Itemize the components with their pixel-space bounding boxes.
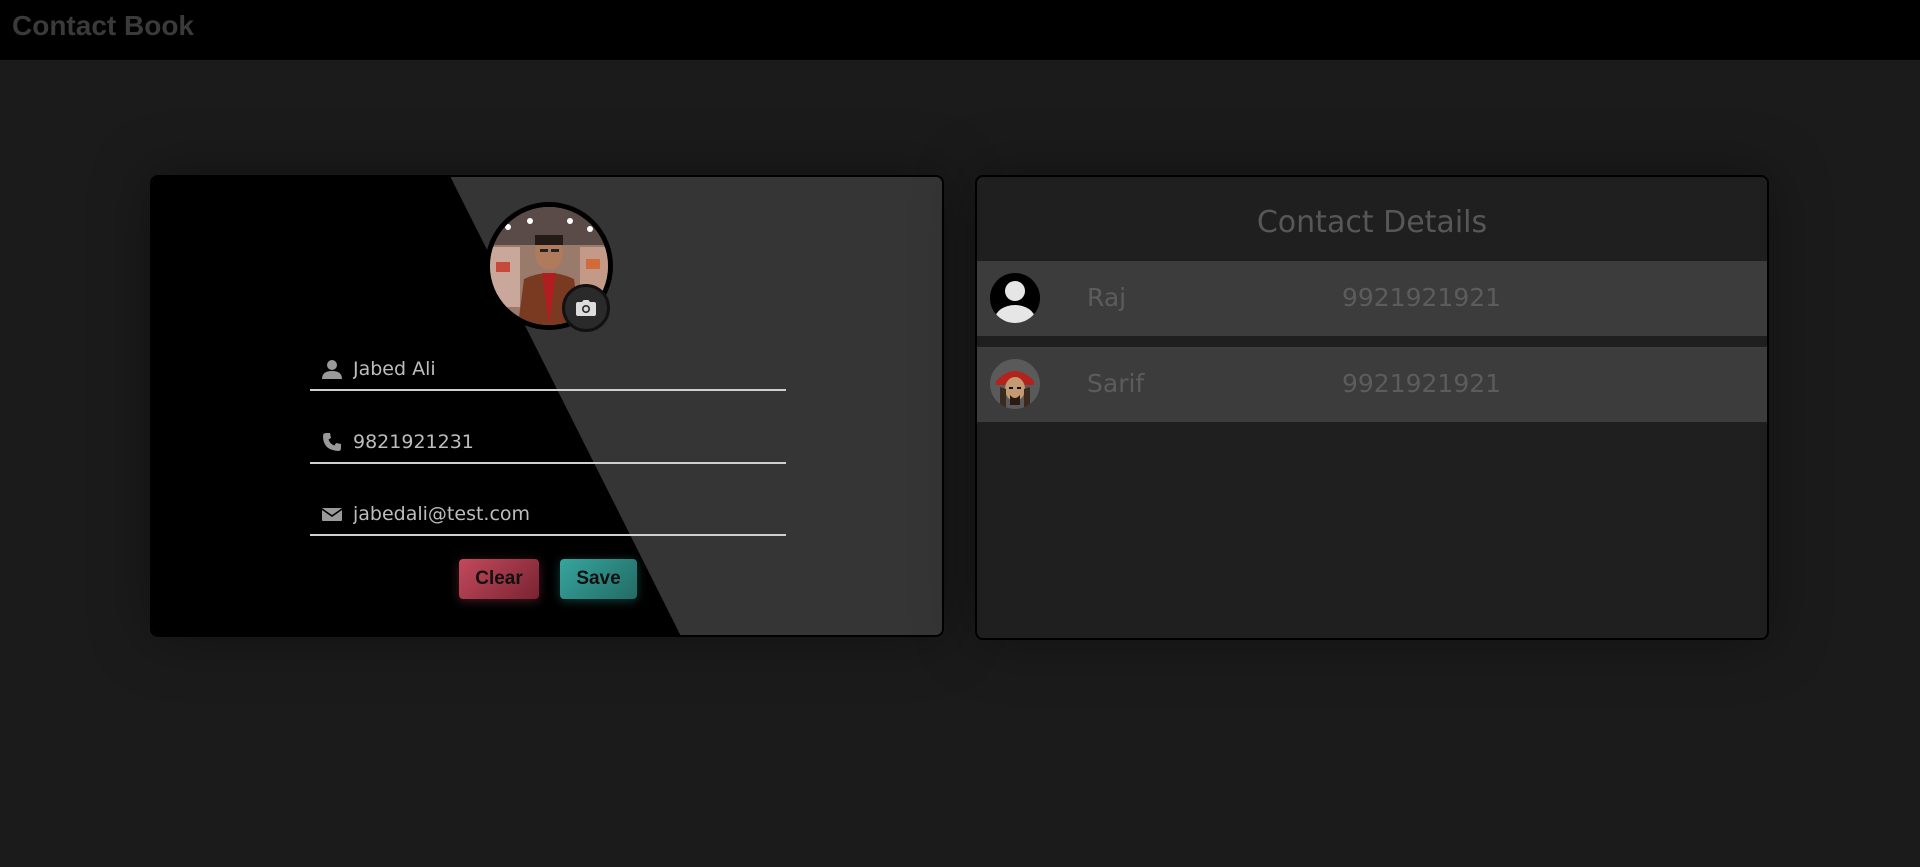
contact-phone: 9921921921 [1342,283,1502,312]
phone-field [310,422,786,464]
contact-phone: 9921921921 [1342,369,1502,398]
clear-button[interactable]: Clear [459,559,539,599]
save-button[interactable]: Save [560,559,637,599]
contact-details-title: Contact Details [1256,205,1488,240]
mail-icon [321,503,343,525]
default-user-avatar [990,273,1040,323]
camera-icon [576,300,596,316]
contact-row[interactable]: Sarif 9921921921 [977,347,1767,422]
top-bar: Contact Book [0,0,1920,60]
contact-name: Raj [1087,283,1127,312]
contact-name: Sarif [1087,369,1145,398]
name-input[interactable] [353,349,786,389]
app-title: Contact Book [12,10,194,41]
user-icon [321,358,343,380]
contact-row[interactable]: Raj 9921921921 [977,261,1767,336]
email-input[interactable] [353,494,786,534]
name-field [310,349,786,391]
contact-details-card: Contact Details Raj 9921921921 Sarif 992… [975,175,1769,640]
email-field [310,494,786,536]
contact-form-card: Clear Save [150,175,944,637]
phone-input[interactable] [353,422,786,462]
pirate-photo-avatar [990,359,1040,409]
change-photo-button[interactable] [562,284,610,332]
phone-icon [321,431,343,453]
